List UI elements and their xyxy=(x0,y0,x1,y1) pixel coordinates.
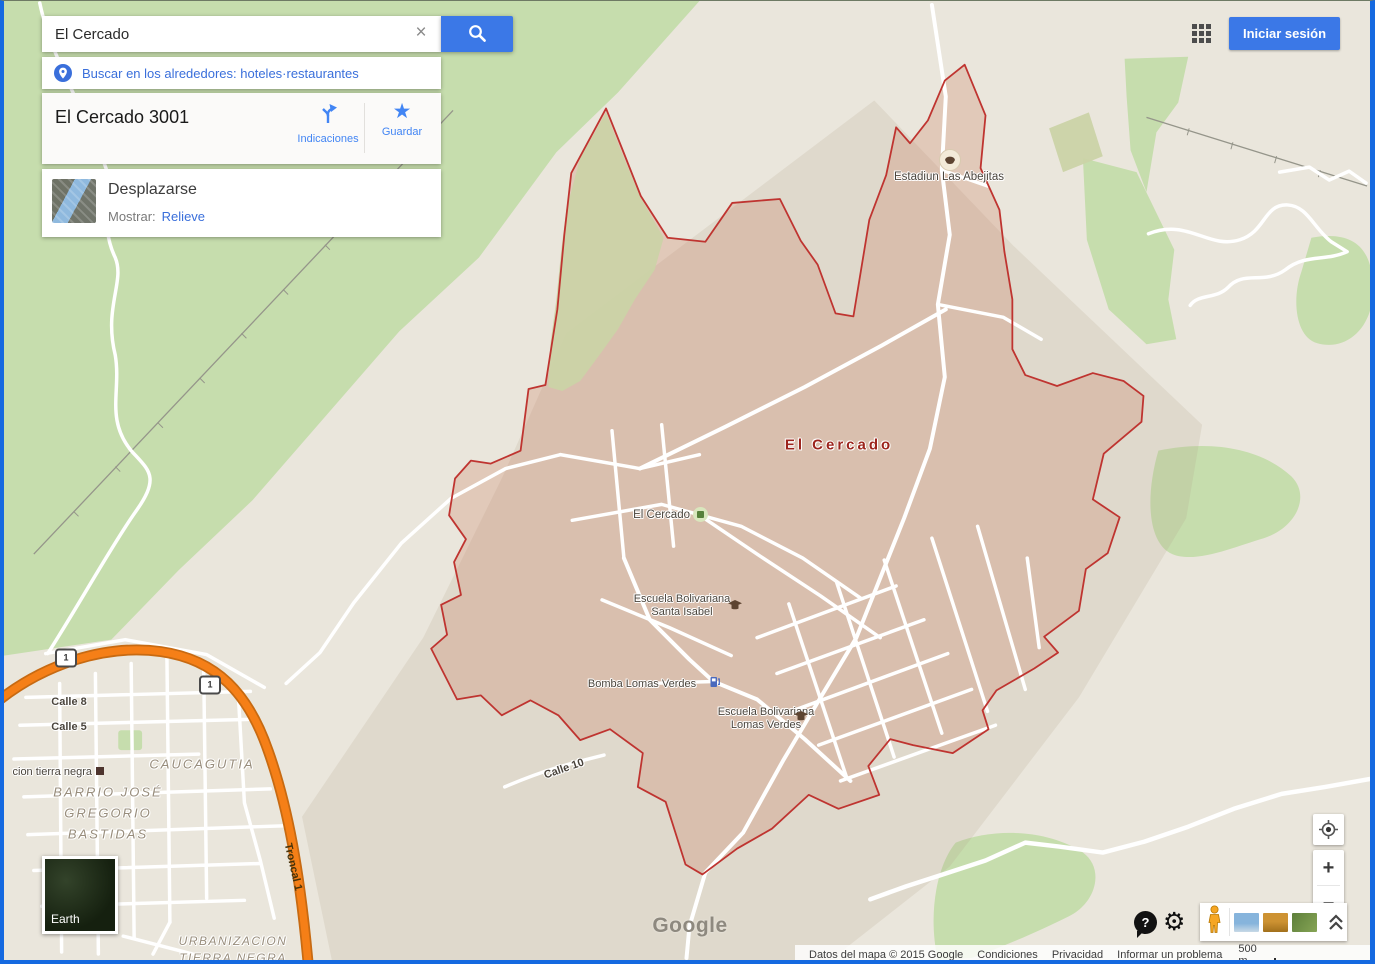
stadium-poi-icon[interactable] xyxy=(939,149,961,171)
clear-search-button[interactable]: × xyxy=(409,21,433,45)
school-santa-isabel-line2: Santa Isabel xyxy=(634,606,731,619)
imagery-divider xyxy=(1229,908,1230,936)
urbanizacion-line1: URBANIZACION xyxy=(179,933,288,950)
directions-label: Indicaciones xyxy=(293,133,363,145)
gas-station-icon[interactable] xyxy=(710,675,721,693)
save-button[interactable]: ★ Guardar xyxy=(369,101,435,157)
school-icon[interactable] xyxy=(728,597,742,615)
location-pin-icon xyxy=(54,64,72,82)
school-icon[interactable] xyxy=(794,708,808,726)
directions-fork-icon xyxy=(316,101,340,125)
map-attribution: Datos del mapa © 2015 Google xyxy=(809,949,963,961)
barrio-line2: GREGORIO xyxy=(53,803,162,824)
search-input[interactable] xyxy=(42,16,441,52)
terms-link[interactable]: Condiciones xyxy=(977,949,1038,961)
el-cercado-poi-icon[interactable] xyxy=(693,507,708,522)
sign-in-button[interactable]: Iniciar sesión xyxy=(1229,17,1340,50)
tierra-negra-poi-icon[interactable] xyxy=(96,767,104,775)
star-icon: ★ xyxy=(369,101,435,123)
scale-control: 500 m xyxy=(1238,943,1375,964)
highway-shield-1: 1 xyxy=(55,649,77,668)
area-label-urbanizacion: URBANIZACION TIERRA NEGRA xyxy=(179,933,288,964)
gear-icon[interactable]: ⚙ xyxy=(1163,907,1185,937)
imagery-thumbnail-field[interactable] xyxy=(1263,913,1288,932)
street-label-calle8: Calle 8 xyxy=(51,696,86,708)
map-attribution-bar: Datos del mapa © 2015 Google Condiciones… xyxy=(795,945,1375,964)
suggestion-text: Buscar en los alrededores: hoteles·resta… xyxy=(82,66,359,81)
search-button[interactable] xyxy=(441,16,513,52)
pegman-figure xyxy=(1206,905,1223,934)
area-label-barrio: BARRIO JOSÉ GREGORIO BASTIDAS xyxy=(53,782,162,845)
tierra-negra-poi-label: cion tierra negra xyxy=(13,766,93,778)
save-label: Guardar xyxy=(369,126,435,138)
region-name-label: El Cercado xyxy=(785,437,893,454)
my-location-icon xyxy=(1313,814,1344,845)
privacy-link[interactable]: Privacidad xyxy=(1052,949,1103,961)
chevron-up-icon[interactable] xyxy=(1325,911,1347,933)
el-cercado-poi-label: El Cercado xyxy=(633,509,690,521)
highway-shield-1: 1 xyxy=(199,676,221,695)
barrio-line3: BASTIDAS xyxy=(53,824,162,845)
help-icon[interactable]: ? xyxy=(1134,911,1157,934)
google-watermark: Google xyxy=(652,914,727,938)
my-location-button[interactable] xyxy=(1313,814,1344,845)
report-problem-link[interactable]: Informar un problema xyxy=(1117,949,1222,961)
explore-card[interactable]: Desplazarse Mostrar: Relieve xyxy=(42,169,441,237)
terrain-link[interactable]: Relieve xyxy=(162,209,205,224)
imagery-bar xyxy=(1200,903,1347,941)
imagery-thumbnail-vegetation[interactable] xyxy=(1292,913,1317,932)
search-icon xyxy=(466,22,488,44)
apps-grid-icon[interactable] xyxy=(1192,24,1212,44)
barrio-line1: BARRIO JOSÉ xyxy=(53,782,162,803)
explore-title: Desplazarse xyxy=(108,181,197,199)
earth-label: Earth xyxy=(51,912,80,926)
area-label-caucagutia: CAUCAGUTIA xyxy=(149,754,254,775)
zoom-in-button[interactable]: + xyxy=(1313,850,1344,885)
google-maps-window: El Cercado Estadiun Las Abejitas El Cerc… xyxy=(0,0,1375,964)
school-santa-isabel-line1: Escuela Bolivariana xyxy=(634,593,731,606)
stadium-glyph xyxy=(943,155,957,165)
stadium-poi-label: Estadiun Las Abejitas xyxy=(894,171,1004,183)
place-result-card: El Cercado 3001 Indicaciones ★ Guardar xyxy=(42,93,441,164)
explore-thumbnail[interactable] xyxy=(52,179,96,223)
gas-station-label: Bomba Lomas Verdes xyxy=(588,678,696,690)
school-santa-isabel-label: Escuela Bolivariana Santa Isabel xyxy=(634,593,731,619)
directions-button[interactable]: Indicaciones xyxy=(293,101,363,157)
scale-bar xyxy=(1274,958,1375,964)
pegman-icon[interactable] xyxy=(1200,905,1229,939)
actions-divider xyxy=(364,103,365,153)
place-title: El Cercado 3001 xyxy=(55,107,189,128)
urbanizacion-line2: TIERRA NEGRA xyxy=(179,950,288,964)
search-box: × xyxy=(42,16,441,52)
scale-text: 500 m xyxy=(1238,943,1267,964)
search-suggestion[interactable]: Buscar en los alrededores: hoteles·resta… xyxy=(42,57,441,89)
imagery-thumbnail-sky[interactable] xyxy=(1234,913,1259,932)
street-label-calle5: Calle 5 xyxy=(51,721,86,733)
show-row: Mostrar: Relieve xyxy=(108,209,205,224)
show-label: Mostrar: xyxy=(108,209,156,224)
earth-view-button[interactable]: Earth xyxy=(42,856,118,934)
